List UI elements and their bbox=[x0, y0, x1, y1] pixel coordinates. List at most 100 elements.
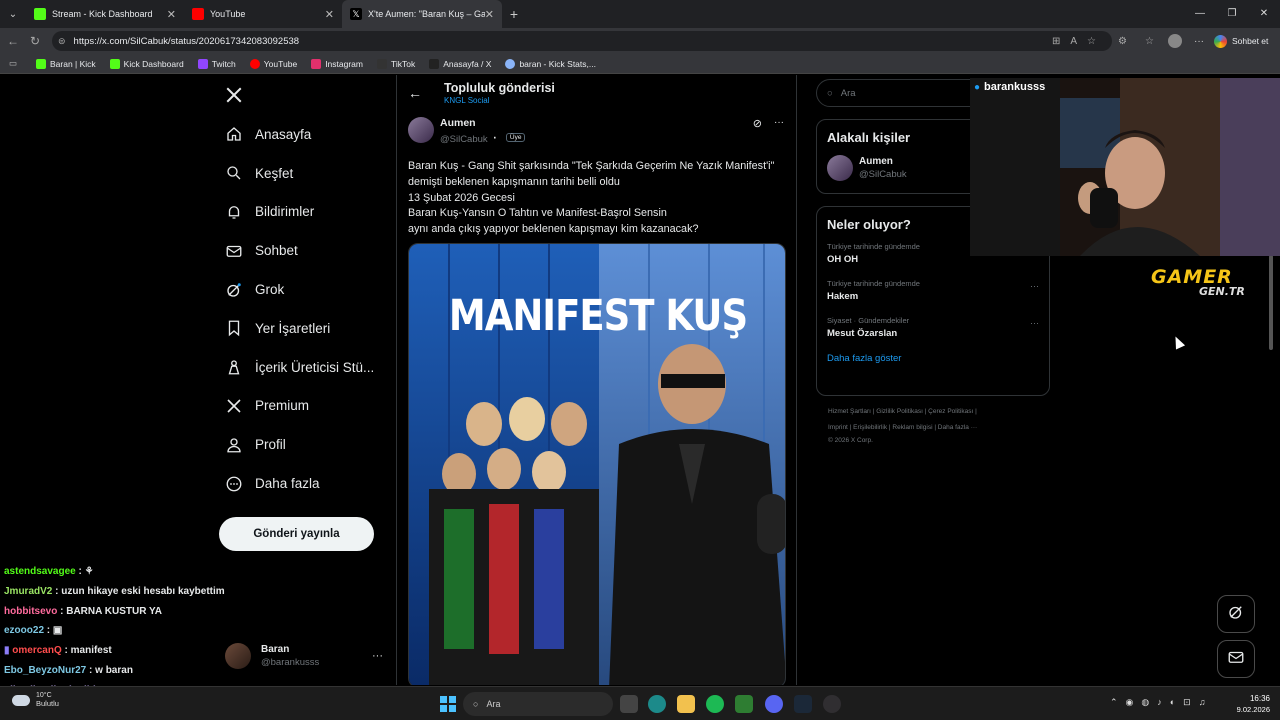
close-tab-icon[interactable]: ✕ bbox=[167, 8, 176, 21]
main-column: ← Topluluk gönderisi KNGL Social Aumen @… bbox=[396, 75, 796, 685]
footer-line[interactable]: Imprint | Erişilebilirlik | Reklam bilgi… bbox=[828, 420, 1050, 436]
sidebar-item-creator-studio[interactable]: İçerik Üreticisi Stü... bbox=[215, 348, 395, 387]
sidebar-item-label: Daha fazla bbox=[255, 476, 320, 492]
more-options-icon[interactable]: ··· bbox=[1030, 281, 1039, 291]
favorites-icon[interactable]: ☆ bbox=[1145, 36, 1154, 47]
left-sidebar: Anasayfa Keşfet Bildirimler Sohbet Grok … bbox=[215, 75, 395, 503]
bookmark-label: baran - Kick Stats,... bbox=[519, 58, 596, 69]
browser-tab-strip: ⌄ Stream - Kick Dashboard ✕ YouTube ✕ 𝕏 … bbox=[0, 0, 1280, 28]
tab-list-icon[interactable]: ⌄ bbox=[0, 9, 26, 20]
webcam-username-text: barankusss bbox=[984, 81, 1046, 93]
messages-float-button[interactable] bbox=[1217, 640, 1255, 678]
tab-x-post[interactable]: 𝕏 X'te Aumen: "Baran Kuş – Gang Sh ✕ bbox=[342, 0, 502, 28]
minimize-icon[interactable]: — bbox=[1184, 0, 1216, 28]
bookmark-item[interactable]: YouTube bbox=[249, 58, 297, 69]
task-view-icon[interactable] bbox=[620, 695, 638, 713]
bookmark-item[interactable]: TikTok bbox=[376, 58, 416, 69]
spotify-icon[interactable] bbox=[706, 695, 724, 713]
url-field[interactable]: ⊜ https://x.com/SilCabuk/status/20206173… bbox=[52, 31, 1112, 51]
close-tab-icon[interactable]: ✕ bbox=[485, 8, 494, 21]
collections-icon[interactable]: ▭ bbox=[0, 58, 26, 69]
search-icon: ○ bbox=[473, 699, 479, 709]
grok-float-button[interactable] bbox=[1217, 595, 1255, 633]
bookmark-item[interactable]: Anasayfa / X bbox=[429, 58, 492, 69]
footer-line[interactable]: Hizmet Şartları | Gizlilik Politikası | … bbox=[828, 404, 1050, 420]
close-window-icon[interactable]: ✕ bbox=[1248, 0, 1280, 28]
bookmark-item[interactable]: baran - Kick Stats,... bbox=[505, 58, 596, 69]
more-options-icon[interactable]: ··· bbox=[372, 650, 383, 662]
profile-avatar[interactable] bbox=[1168, 34, 1182, 48]
grok-icon bbox=[225, 281, 243, 299]
sidebar-item-bookmarks[interactable]: Yer İşaretleri bbox=[215, 309, 395, 348]
menu-icon[interactable]: ··· bbox=[1194, 36, 1204, 47]
more-options-icon[interactable]: ··· bbox=[774, 117, 784, 128]
more-options-icon[interactable]: ··· bbox=[1030, 318, 1039, 328]
weather-desc: Bulutlu bbox=[36, 699, 59, 708]
author-name[interactable]: Aumen bbox=[440, 117, 525, 129]
bookmarks-bar: ▭ Baran | Kick Kick Dashboard Twitch You… bbox=[0, 54, 1280, 74]
trend-name: Hakem bbox=[827, 291, 859, 302]
sidebar-item-home[interactable]: Anasayfa bbox=[215, 115, 395, 154]
x-logo-icon[interactable] bbox=[215, 75, 395, 115]
member-badge: Üye bbox=[505, 133, 526, 143]
scrollbar[interactable] bbox=[1269, 255, 1273, 350]
bookmark-item[interactable]: Instagram bbox=[311, 58, 363, 69]
copilot-chat-button[interactable]: Sohbet et bbox=[1214, 32, 1268, 50]
bookmark-label: TikTok bbox=[390, 58, 416, 69]
chat-username: astendsavagee bbox=[4, 566, 76, 577]
new-tab-icon[interactable]: + bbox=[502, 6, 526, 22]
gamergen-logo-sub: GEN.TR bbox=[1199, 285, 1245, 298]
back-arrow-icon[interactable]: ← bbox=[408, 85, 422, 101]
tab-youtube[interactable]: YouTube ✕ bbox=[184, 0, 342, 28]
steam-icon[interactable] bbox=[794, 695, 812, 713]
restore-icon[interactable]: ❐ bbox=[1216, 0, 1248, 28]
back-icon[interactable]: ← bbox=[2, 34, 24, 48]
bookmark-item[interactable]: Twitch bbox=[197, 58, 236, 69]
bookmark-label: Anasayfa / X bbox=[443, 58, 492, 69]
taskbar-search[interactable]: ○ Ara bbox=[463, 692, 613, 716]
sidebar-item-notifications[interactable]: Bildirimler bbox=[215, 193, 395, 232]
site-info-icon[interactable]: ⊜ bbox=[58, 36, 66, 47]
post-button[interactable]: Gönderi yayınla bbox=[219, 517, 374, 551]
sidebar-item-chat[interactable]: Sohbet bbox=[215, 231, 395, 270]
mail-icon bbox=[1227, 648, 1245, 671]
bookmark-item[interactable]: Baran | Kick bbox=[36, 58, 96, 69]
more-icon bbox=[225, 475, 243, 493]
sidebar-item-premium[interactable]: Premium bbox=[215, 387, 395, 426]
chat-message: ezooo22 : ▣ bbox=[4, 621, 264, 641]
edge-icon[interactable] bbox=[648, 695, 666, 713]
discord-icon[interactable] bbox=[765, 695, 783, 713]
show-more-link[interactable]: Daha fazla göster bbox=[827, 353, 1039, 364]
clock[interactable]: 16:36 9.02.2026 bbox=[1230, 694, 1270, 714]
start-icon[interactable] bbox=[440, 696, 456, 712]
webcam-overlay: ● barankusss bbox=[970, 78, 1280, 256]
sidebar-item-profile[interactable]: Profil bbox=[215, 425, 395, 464]
tab-kick-dashboard[interactable]: Stream - Kick Dashboard ✕ bbox=[26, 0, 184, 28]
trend-item[interactable]: Siyaset · Gündemdekiler Mesut Özarslan ·… bbox=[827, 316, 1039, 339]
community-link[interactable]: KNGL Social bbox=[444, 96, 555, 105]
weather-widget[interactable]: 10°C Bulutlu bbox=[12, 692, 59, 708]
reload-icon[interactable]: ↻ bbox=[24, 34, 46, 48]
obs-icon[interactable] bbox=[823, 695, 841, 713]
bookmark-item[interactable]: Kick Dashboard bbox=[109, 58, 184, 69]
related-user-handle: @SilCabuk bbox=[859, 169, 907, 180]
stats-icon bbox=[505, 58, 516, 69]
kick-icon bbox=[109, 58, 120, 69]
sidebar-item-explore[interactable]: Keşfet bbox=[215, 154, 395, 193]
close-tab-icon[interactable]: ✕ bbox=[325, 8, 334, 21]
browser-toolbar-icons[interactable]: ⊞A☆ bbox=[1052, 36, 1106, 47]
tweet-image[interactable]: MANIFEST KUŞ bbox=[408, 243, 786, 685]
grok-icon bbox=[1227, 603, 1245, 626]
trend-item[interactable]: Türkiye tarihinde gündemde Hakem ··· bbox=[827, 279, 1039, 302]
sidebar-item-more[interactable]: Daha fazla bbox=[215, 464, 395, 503]
grok-icon[interactable]: ⊘ bbox=[753, 117, 762, 130]
search-placeholder: Ara bbox=[486, 699, 501, 709]
sidebar-item-label: İçerik Üreticisi Stü... bbox=[255, 359, 375, 375]
avatar[interactable] bbox=[408, 117, 434, 143]
tab-title: X'te Aumen: "Baran Kuş – Gang Sh bbox=[368, 9, 485, 19]
system-tray-icons[interactable]: ⌃◉◍♪◐⊡♫ bbox=[1110, 697, 1213, 708]
file-explorer-icon[interactable] bbox=[677, 695, 695, 713]
app-icon[interactable] bbox=[735, 695, 753, 713]
extensions-icon[interactable]: ⚙ bbox=[1118, 36, 1127, 47]
sidebar-item-grok[interactable]: Grok bbox=[215, 270, 395, 309]
